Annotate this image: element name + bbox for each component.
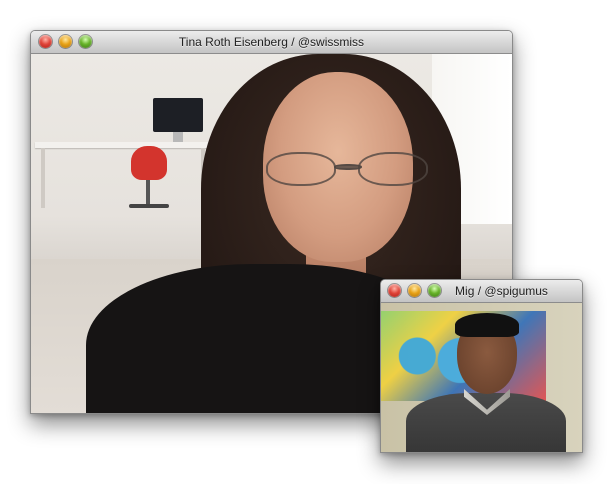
person-hair [455,313,519,337]
window-title: Mig / @spigumus [455,284,548,298]
pip-titlebar[interactable]: Mig / @spigumus [381,280,582,303]
self-view-window[interactable]: Mig / @spigumus [380,279,583,453]
monitor-stand [173,132,183,142]
chair-leg [146,180,150,206]
background-monitor [153,98,203,132]
desk-leg [41,148,45,208]
window-title: Tina Roth Eisenberg / @swissmiss [178,35,365,49]
person-body [406,393,566,452]
chair-base [129,204,169,208]
main-titlebar[interactable]: Tina Roth Eisenberg / @swissmiss [31,31,512,54]
background-desk [35,142,225,148]
self-video-feed [381,303,582,452]
glasses [266,152,431,186]
red-chair [131,146,167,180]
